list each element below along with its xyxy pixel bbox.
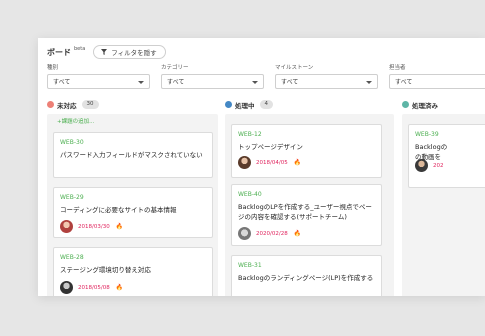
filter-category: カテゴリー すべて <box>161 64 264 89</box>
column-count-badge: 4 <box>259 100 273 109</box>
due-date: 2020/02/28 <box>256 230 288 237</box>
issue-meta: 2020/02/28 🔥 <box>238 227 301 240</box>
filter-milestone-value: すべて <box>281 79 299 86</box>
filter-assignee: 担当者 すべて <box>389 64 485 89</box>
chevron-down-icon <box>366 81 372 84</box>
issue-summary: ステージング環境切り替え対応 <box>60 266 151 274</box>
due-date: 2018/05/08 <box>78 284 110 291</box>
column-resolved: WEB-39 Backlogの の動画を 202 <box>402 114 485 296</box>
status-dot <box>225 101 232 108</box>
page-title: ボード <box>47 47 71 57</box>
filter-category-select[interactable]: すべて <box>161 74 264 89</box>
board-window: ボード beta フィルタを隠す 種別 すべて カテゴリー すべて マイルストー… <box>38 38 485 296</box>
issue-card[interactable]: WEB-12 トップページデザイン 2018/04/05 🔥 <box>231 124 382 178</box>
issue-key[interactable]: WEB-29 <box>60 194 206 202</box>
issue-key[interactable]: WEB-40 <box>238 191 375 199</box>
issue-key[interactable]: WEB-28 <box>60 254 206 262</box>
filter-bar: 種別 すべて カテゴリー すべて マイルストーン すべて 担当者 すべて <box>47 64 485 94</box>
issue-card[interactable]: WEB-29 コーディングに必要なサイトの基本情報 2018/03/30 🔥 <box>53 187 213 238</box>
column-header-resolved: 処理済み <box>402 99 438 110</box>
filter-type: 種別 すべて <box>47 64 150 89</box>
column-open: +課題の追加... WEB-30 パスワード入力フィールドがマスクされていない … <box>47 114 218 296</box>
filter-category-label: カテゴリー <box>161 65 189 71</box>
column-count-badge: 30 <box>81 100 99 109</box>
issue-summary: Backlogのランディングページ(LP)を作成する <box>238 274 374 282</box>
beta-badge: beta <box>74 46 86 52</box>
issue-meta: 2018/03/30 🔥 <box>60 220 123 233</box>
filter-assignee-select[interactable]: すべて <box>389 74 485 89</box>
filter-assignee-label: 担当者 <box>389 65 406 71</box>
chevron-down-icon <box>252 81 258 84</box>
filter-category-value: すべて <box>167 79 185 86</box>
issue-card[interactable]: WEB-31 Backlogのランディングページ(LP)を作成する <box>231 255 382 296</box>
filter-milestone: マイルストーン すべて <box>275 64 378 89</box>
fire-icon: 🔥 <box>293 230 302 237</box>
issue-meta: 2018/04/05 🔥 <box>238 156 301 169</box>
issue-key[interactable]: WEB-31 <box>238 262 375 270</box>
avatar <box>238 227 251 240</box>
issue-key[interactable]: WEB-30 <box>60 139 206 147</box>
fire-icon: 🔥 <box>115 223 124 230</box>
issue-card[interactable]: WEB-30 パスワード入力フィールドがマスクされていない <box>53 132 213 178</box>
issue-summary: パスワード入力フィールドがマスクされていない <box>60 151 203 159</box>
issue-key[interactable]: WEB-39 <box>415 131 485 139</box>
due-date: 2018/03/30 <box>78 223 110 230</box>
issue-key[interactable]: WEB-12 <box>238 131 375 139</box>
chevron-down-icon <box>138 81 144 84</box>
fire-icon: 🔥 <box>293 159 302 166</box>
column-title: 未対応 <box>57 101 77 110</box>
column-header-open: 未対応 30 <box>47 99 99 110</box>
funnel-icon <box>101 49 108 55</box>
avatar <box>60 281 73 294</box>
due-date: 2018/04/05 <box>256 159 288 166</box>
issue-summary: トップページデザイン <box>238 143 303 151</box>
avatar <box>60 220 73 233</box>
avatar <box>238 156 251 169</box>
board-header: ボード beta フィルタを隠す <box>47 43 166 61</box>
issue-meta: 202 <box>415 159 444 172</box>
issue-card[interactable]: WEB-40 BacklogのLPを作成する_ユーザー視点でページの内容を確認す… <box>231 184 382 246</box>
status-dot <box>47 101 54 108</box>
column-in-progress: WEB-12 トップページデザイン 2018/04/05 🔥 WEB-40 Bac… <box>225 114 394 296</box>
status-dot <box>402 101 409 108</box>
filter-type-select[interactable]: すべて <box>47 74 150 89</box>
due-date: 202 <box>433 162 444 169</box>
avatar <box>415 159 428 172</box>
issue-card[interactable]: WEB-28 ステージング環境切り替え対応 2018/05/08 🔥 <box>53 247 213 296</box>
hide-filter-button[interactable]: フィルタを隠す <box>93 45 166 59</box>
filter-type-value: すべて <box>53 79 71 86</box>
add-issue-link[interactable]: +課題の追加... <box>57 117 94 125</box>
hide-filter-label: フィルタを隠す <box>111 49 157 57</box>
filter-assignee-value: すべて <box>395 79 413 86</box>
column-title: 処理中 <box>235 101 255 110</box>
issue-summary: コーディングに必要なサイトの基本情報 <box>60 206 177 214</box>
column-title: 処理済み <box>412 101 438 110</box>
filter-type-label: 種別 <box>47 65 59 71</box>
issue-meta: 2018/05/08 🔥 <box>60 281 123 294</box>
filter-milestone-select[interactable]: すべて <box>275 74 378 89</box>
filter-milestone-label: マイルストーン <box>275 65 314 71</box>
issue-card[interactable]: WEB-39 Backlogの の動画を 202 <box>408 124 485 188</box>
column-header-in-progress: 処理中 4 <box>225 99 273 110</box>
fire-icon: 🔥 <box>115 284 124 291</box>
